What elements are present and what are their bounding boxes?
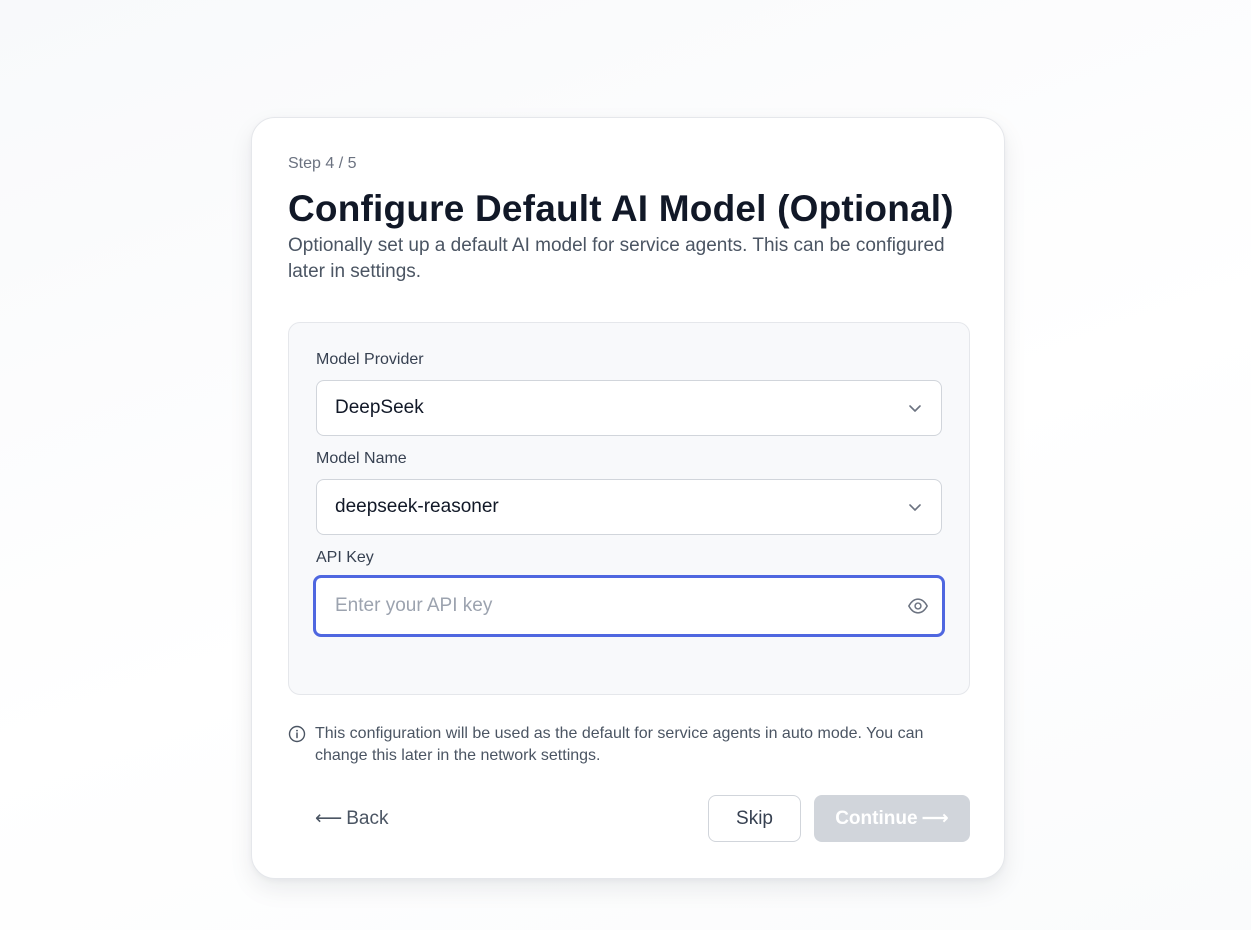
api-key-label: API Key xyxy=(316,549,374,566)
back-label: Back xyxy=(346,807,389,829)
api-key-field: API Key Enter your API key xyxy=(313,547,945,637)
provider-select[interactable]: DeepSeek xyxy=(316,380,942,436)
model-field: Model Name deepseek-reasoner xyxy=(316,448,942,535)
action-bar: ⟵ Back Skip Continue ⟶ xyxy=(288,795,970,842)
continue-button[interactable]: Continue ⟶ xyxy=(814,795,970,842)
model-label: Model Name xyxy=(316,450,407,467)
chevron-down-icon xyxy=(907,400,923,416)
api-key-input[interactable]: Enter your API key xyxy=(313,575,945,637)
page-title: Configure Default AI Model (Optional) xyxy=(288,188,954,229)
provider-value: DeepSeek xyxy=(335,397,424,418)
model-value: deepseek-reasoner xyxy=(335,496,499,517)
info-note: This configuration will be used as the d… xyxy=(288,723,970,767)
model-config-panel: Model Provider DeepSeek Model Name deeps… xyxy=(288,322,970,695)
chevron-down-icon xyxy=(907,499,923,515)
eye-icon[interactable] xyxy=(907,595,929,617)
arrow-right-icon: ⟶ xyxy=(921,808,949,829)
arrow-left-icon: ⟵ xyxy=(315,808,343,829)
info-icon xyxy=(288,725,306,748)
skip-button[interactable]: Skip xyxy=(708,795,801,842)
setup-card: Step 4 / 5 Configure Default AI Model (O… xyxy=(251,117,1005,879)
primary-actions: Skip Continue ⟶ xyxy=(708,795,970,842)
provider-field: Model Provider DeepSeek xyxy=(316,349,942,436)
model-select[interactable]: deepseek-reasoner xyxy=(316,479,942,535)
step-indicator: Step 4 / 5 xyxy=(288,155,357,172)
continue-label: Continue xyxy=(835,807,918,829)
skip-label: Skip xyxy=(736,807,773,829)
provider-label: Model Provider xyxy=(316,351,424,368)
info-note-text: This configuration will be used as the d… xyxy=(315,725,924,764)
page-subtitle: Optionally set up a default AI model for… xyxy=(288,235,945,282)
back-button[interactable]: ⟵ Back xyxy=(288,807,389,830)
api-key-placeholder: Enter your API key xyxy=(335,595,493,616)
